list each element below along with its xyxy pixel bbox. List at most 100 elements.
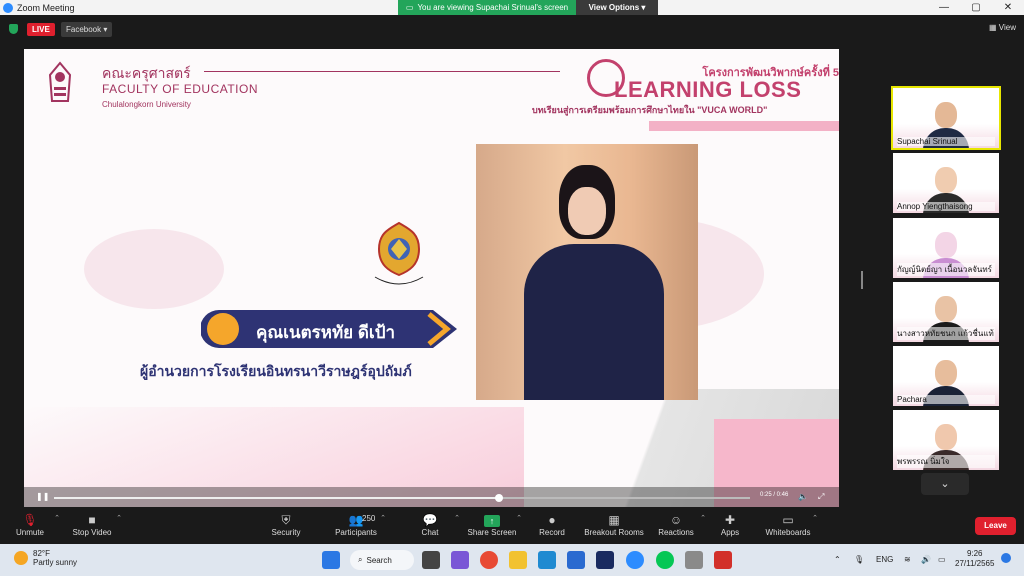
app-icon[interactable] [685,551,703,569]
acrobat-icon[interactable] [714,551,732,569]
input-language[interactable]: ENG [876,555,893,564]
speaker-role: ผู้อำนวยการโรงเรียนอินทรนาวีราษฎร์อุปถัม… [140,363,412,379]
weather-temp: 82°F [33,549,50,558]
fullscreen-icon[interactable]: ⤢ [818,492,824,502]
weather-widget[interactable]: 82°F Partly sunny [14,549,77,567]
view-options-button[interactable]: View Options ▾ [576,0,658,15]
speaker-photo-face [568,187,606,235]
chat-label: Chat [421,528,439,537]
chat-icon: 💬 [422,513,438,527]
teams-icon[interactable] [451,551,469,569]
reactions-button[interactable]: ☺ Reactions ⌃ [646,512,706,537]
screen-share-icon: ▭ [405,3,414,12]
record-button[interactable]: ● Record [522,512,582,537]
leave-button[interactable]: Leave [975,517,1016,535]
participant-video-face [935,167,957,193]
record-label: Record [539,528,565,537]
panel-splitter-handle[interactable] [861,271,863,289]
chevron-up-icon[interactable]: ⌃ [380,514,386,522]
security-label: Security [271,528,301,537]
headline: LEARNING LOSS [614,77,802,102]
participant-name: Pachara [897,395,995,404]
windows-start-icon[interactable] [322,551,340,569]
stream-destination-dropdown[interactable]: Facebook ▾ [61,22,113,37]
participant-tile[interactable]: พรพรรณ นิ่มใจ [893,410,999,470]
maximize-button[interactable]: ▢ [960,0,992,15]
school-logo [374,221,424,285]
security-button[interactable]: ⛨ Security [256,512,316,537]
share-screen-button[interactable]: ↑ Share Screen ⌃ [462,512,522,537]
participant-tile[interactable]: Pachara [893,346,999,406]
chrome-icon[interactable] [480,551,498,569]
notification-icon[interactable] [1001,553,1011,563]
live-badge[interactable]: LIVE [27,23,55,36]
pause-icon[interactable]: ❚❚ [36,492,49,501]
share-banner-text: You are viewing Supachai Srinual's scree… [417,3,569,12]
chevron-up-icon[interactable]: ⌃ [812,514,818,522]
scroll-down-button[interactable]: ⌄ [921,473,969,495]
participant-video-face [935,424,957,450]
participant-name: Annop Yiengthaisong [897,202,995,211]
clock-date: 27/11/2565 [955,559,995,568]
store-icon[interactable] [567,551,585,569]
participants-icon: 👥 [348,513,364,527]
chevron-up-icon[interactable]: ⌃ [116,514,122,522]
meeting-top-bar [0,15,1024,43]
view-button[interactable]: ▦ View [989,23,1016,32]
chat-button[interactable]: 💬 Chat ⌃ [400,512,460,537]
line-icon[interactable] [656,551,674,569]
video-timecode: 0:25 / 0:46 [760,492,789,498]
chevron-up-icon[interactable]: ⌃ [454,514,460,522]
whiteboards-icon: ▭ [782,513,794,527]
grid-view-icon: ▦ [989,23,999,32]
volume-icon[interactable]: 🔈 [798,492,808,501]
microphone-muted-icon: 🎙 [22,513,38,527]
participant-count: 250 [362,514,376,523]
unmute-button[interactable]: 🎙 Unmute ⌃ [0,512,60,537]
participant-tile[interactable]: นางสาวหทัยชนก แก้วชื่นแท้ [893,282,999,342]
file-explorer-icon[interactable] [509,551,527,569]
task-view-icon[interactable] [422,551,440,569]
participant-name: Supachai Srinual [897,137,995,146]
participant-video-face [935,360,957,386]
whiteboards-label: Whiteboards [765,528,811,537]
close-window-button[interactable]: ✕ [992,0,1024,15]
chula-crest-icon [48,61,72,102]
breakout-rooms-icon: ▦ [608,513,620,527]
app-icon[interactable] [596,551,614,569]
volume-tray-icon[interactable]: 🔊 [921,555,931,564]
stop-video-button[interactable]: ■ Stop Video ⌃ [62,512,123,537]
edge-icon[interactable] [538,551,556,569]
weather-desc: Partly sunny [33,558,78,567]
unmute-label: Unmute [15,528,44,537]
battery-icon[interactable]: ▭ [938,555,946,564]
faculty-name-en: FACULTY OF EDUCATION [102,82,259,96]
taskbar-clock[interactable]: 9:26 27/11/2565 [955,549,994,569]
whiteboards-button[interactable]: ▭ Whiteboards ⌃ [758,512,818,537]
tray-chevron-icon[interactable]: ⌃ [834,555,841,564]
participant-name: กัญญ์นิตย์ญา เนื้อนวลจันทร์ [897,263,995,276]
stop-video-label: Stop Video [72,528,112,537]
breakout-rooms-button[interactable]: ▦ Breakout Rooms [584,512,644,537]
taskbar-search[interactable]: ⌕ Search [350,550,414,570]
security-shield-icon[interactable] [9,24,18,34]
apps-button[interactable]: ✚ Apps [700,512,760,537]
apps-icon: ✚ [724,513,736,527]
shared-screen: คณะครุศาสตร์ FACULTY OF EDUCATION Chulal… [24,49,839,507]
zoom-logo-icon [3,2,13,13]
taskbar-search-label: Search [366,555,392,565]
microphone-tray-icon[interactable]: 🎙 [854,555,864,564]
participant-tile[interactable]: Supachai Srinual [891,86,1001,150]
chevron-up-icon[interactable]: ⌃ [54,514,60,522]
participant-video-face [935,102,957,128]
participant-tile[interactable]: Annop Yiengthaisong [893,153,999,213]
window-controls: — ▢ ✕ [928,0,1024,15]
zoom-taskbar-icon[interactable] [626,551,644,569]
clock-time: 9:26 [966,549,983,558]
participant-tile[interactable]: กัญญ์นิตย์ญา เนื้อนวลจันทร์ [893,218,999,278]
wifi-icon[interactable]: ≋ [904,555,911,564]
participant-name: พรพรรณ นิ่มใจ [897,455,995,468]
minimize-button[interactable]: — [928,0,960,15]
world-map-decoration [84,229,224,309]
participants-button[interactable]: 👥 250 Participants ⌃ [326,512,386,537]
